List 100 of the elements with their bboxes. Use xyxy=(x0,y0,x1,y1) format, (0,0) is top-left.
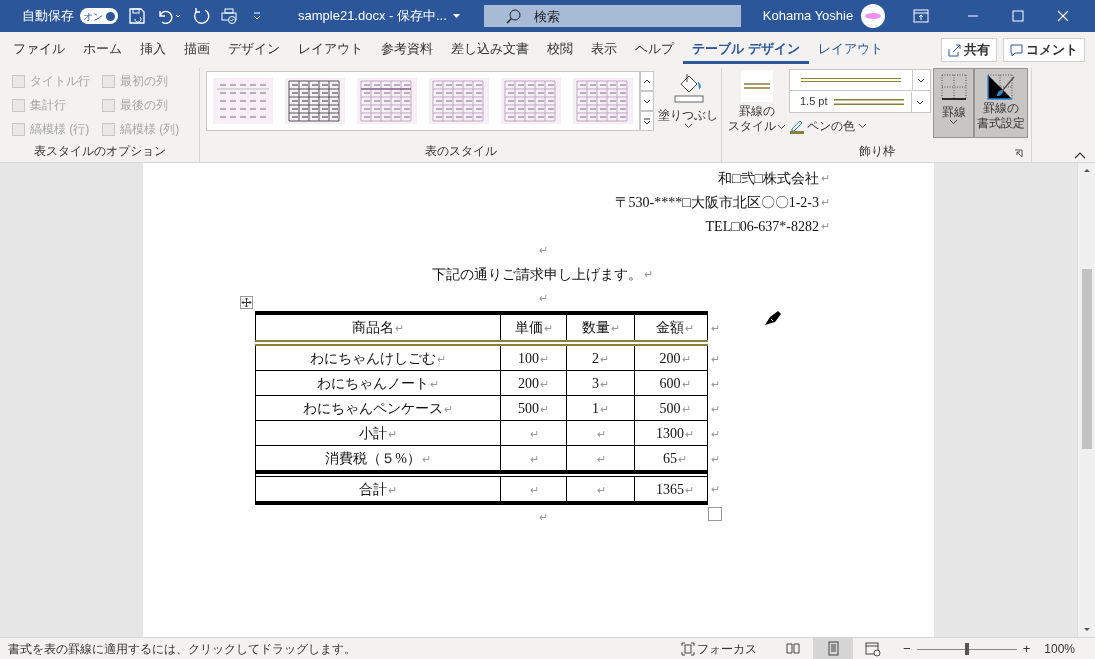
comment-icon xyxy=(1010,43,1023,57)
caret-icon[interactable] xyxy=(452,14,460,18)
ribbon-tab[interactable]: レイアウト xyxy=(289,36,372,64)
paragraph-mark: ↵ xyxy=(644,266,653,282)
share-button[interactable]: 共有 xyxy=(941,38,997,62)
paragraph-text: TEL□06-637*-8282 xyxy=(705,217,819,236)
pen-color-button[interactable]: ペンの色 xyxy=(789,117,866,135)
document-title[interactable]: sample21.docx - 保存中... xyxy=(298,6,447,26)
ribbon-tab[interactable]: ヘルプ xyxy=(626,36,683,64)
double-line-icon xyxy=(833,98,904,105)
paragraph-mark: ↵ xyxy=(821,170,830,186)
table-style-thumbnail[interactable] xyxy=(357,78,417,124)
border-painter-button[interactable]: 罫線の 書式設定 xyxy=(974,68,1028,138)
ribbon-display-icon[interactable] xyxy=(913,9,930,23)
table-style-thumbnail[interactable] xyxy=(573,78,633,124)
redo-icon[interactable] xyxy=(192,7,210,25)
ribbon-tab[interactable]: ファイル xyxy=(4,36,74,64)
row-end-mark: ↵ xyxy=(711,482,720,497)
close-icon[interactable] xyxy=(1057,10,1070,22)
autosave-toggle[interactable]: オン xyxy=(80,8,118,24)
group-label: 表スタイルのオプション xyxy=(33,143,166,160)
table-cell: 500↵ xyxy=(635,396,708,421)
line-weight-dropdown[interactable]: 1.5 pt xyxy=(789,91,931,113)
pen-icon xyxy=(789,118,805,134)
collapse-ribbon-icon[interactable] xyxy=(1074,151,1086,159)
ribbon-tab[interactable]: 表示 xyxy=(582,36,626,64)
table-cell: 65↵ xyxy=(635,446,708,471)
table-cell: ↵ xyxy=(567,421,635,446)
table-cell: 200↵ xyxy=(501,371,567,396)
border-styles-button[interactable]: 罫線の スタイル xyxy=(728,70,785,140)
brush-grid-icon xyxy=(986,73,1016,101)
table-cell: 1365↵ xyxy=(635,476,708,501)
ribbon-tab[interactable]: 挿入 xyxy=(131,36,175,64)
row-end-mark: ↵ xyxy=(711,402,720,417)
table-cell: 500↵ xyxy=(501,396,567,421)
ribbon-tab[interactable]: デザイン xyxy=(219,36,289,64)
table-cell: 600↵ xyxy=(635,371,708,396)
table-cell: ↵ xyxy=(501,446,567,471)
dialog-launcher-icon[interactable] xyxy=(1014,149,1023,158)
table-cell: ↵ xyxy=(501,476,567,501)
maximize-icon[interactable] xyxy=(1012,10,1025,22)
scrollbar-thumb[interactable] xyxy=(1081,269,1092,449)
table-style-thumbnail[interactable] xyxy=(285,78,345,124)
paragraph-text: 〒530-****□大阪市北区〇〇1-2-3 xyxy=(614,193,819,212)
caret-icon xyxy=(684,124,692,128)
paragraph-text: 和□弐□株式会社 xyxy=(718,169,819,188)
avatar-icon[interactable] xyxy=(861,4,886,28)
row-end-mark: ↵ xyxy=(711,427,720,442)
paragraph-mark: ↵ xyxy=(821,194,830,210)
comment-button[interactable]: コメント xyxy=(1003,38,1085,62)
row-end-mark: ↵ xyxy=(711,377,720,392)
ribbon-tab[interactable]: テーブル デザイン xyxy=(683,36,809,64)
focus-button[interactable]: フォーカス xyxy=(681,639,758,658)
ribbon-tab[interactable]: 参考資料 xyxy=(372,36,442,64)
table-cell: わにちゃんノート↵ xyxy=(255,371,501,396)
pen-cursor-icon xyxy=(763,309,783,327)
paragraph-mark: ↵ xyxy=(539,509,548,525)
zoom-in-button[interactable]: + xyxy=(1022,638,1031,659)
table-cell: 100↵ xyxy=(501,346,567,371)
table-style-thumbnail[interactable] xyxy=(429,78,489,124)
borders-button[interactable]: 罫線 xyxy=(933,68,974,138)
line-style-dropdown[interactable] xyxy=(789,69,931,91)
grid-borders-icon xyxy=(939,73,968,101)
ribbon-tab[interactable]: 差し込み文書 xyxy=(442,36,538,64)
status-message: 書式を表の罫線に適用するには、クリックしてドラッグします。 xyxy=(8,640,356,658)
table-cell: ↵ xyxy=(567,476,635,501)
save-icon[interactable] xyxy=(128,7,146,25)
table-move-handle-icon[interactable] xyxy=(240,296,253,309)
search-field[interactable]: 検索 xyxy=(483,5,741,27)
table-cell: 3↵ xyxy=(567,371,635,396)
table-cell: わにちゃんペンケース↵ xyxy=(255,396,501,421)
shading-button[interactable]: 塗りつぶし xyxy=(658,70,718,140)
table-resize-handle[interactable] xyxy=(708,507,722,521)
ribbon-tab[interactable]: 描画 xyxy=(175,36,219,64)
double-line-icon xyxy=(801,78,901,82)
customize-caret-icon[interactable] xyxy=(252,11,262,21)
gallery-more-icon[interactable] xyxy=(640,111,654,131)
focus-icon xyxy=(681,641,696,656)
print-view-icon[interactable] xyxy=(813,638,854,659)
zoom-percent[interactable]: 100% xyxy=(1044,639,1075,658)
row-end-mark: ↵ xyxy=(711,352,720,367)
group-label: 表のスタイル xyxy=(424,143,497,160)
ribbon-tab[interactable]: レイアウト xyxy=(808,36,892,64)
caret-icon xyxy=(950,120,957,124)
printer-icon[interactable] xyxy=(220,7,238,25)
paragraph-mark: ↵ xyxy=(821,218,830,234)
table-cell: 1300↵ xyxy=(635,421,708,446)
zoom-slider-thumb[interactable] xyxy=(964,642,969,655)
table-style-thumbnail[interactable] xyxy=(501,78,561,124)
ribbon-tab[interactable]: 校閲 xyxy=(538,36,582,64)
ribbon-tab[interactable]: ホーム xyxy=(74,36,131,64)
zoom-slider[interactable] xyxy=(916,642,1017,655)
user-name: Kohama Yoshie xyxy=(762,7,854,26)
zoom-out-button[interactable]: − xyxy=(903,638,911,659)
table-style-thumbnail[interactable] xyxy=(213,78,273,124)
table-cell: 小計↵ xyxy=(255,421,501,446)
table-cell: ↵ xyxy=(567,446,635,471)
table-cell: 2↵ xyxy=(567,346,635,371)
table-cell: わにちゃんけしごむ↵ xyxy=(255,346,501,371)
paragraph-text: 下記の通りご請求申し上げます。 xyxy=(432,265,642,284)
